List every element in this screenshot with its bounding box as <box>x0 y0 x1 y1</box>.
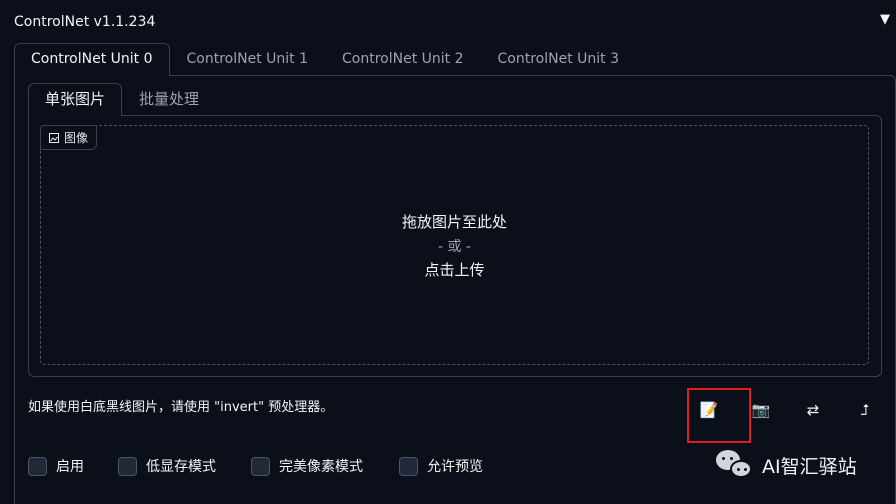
tab-controlnet-unit-3[interactable]: ControlNet Unit 3 <box>481 43 637 76</box>
watermark-text: AI智汇驿站 <box>762 455 857 478</box>
click-upload-text[interactable]: 点击上传 <box>40 259 869 280</box>
swap-button[interactable]: ⇄ <box>798 397 828 423</box>
image-label-text: 图像 <box>64 131 89 145</box>
allow-preview-label: 允许预览 <box>427 459 483 475</box>
tab-controlnet-unit-0[interactable]: ControlNet Unit 0 <box>14 43 170 76</box>
tab-single-image[interactable]: 单张图片 <box>28 83 123 116</box>
low-vram-checkbox-row[interactable]: 低显存模式 <box>118 456 216 476</box>
enable-label: 启用 <box>56 459 84 475</box>
low-vram-checkbox[interactable] <box>118 456 137 476</box>
invert-hint-text: 如果使用白底黑线图片，请使用 "invert" 预处理器。 <box>28 400 334 415</box>
image-icon <box>49 132 59 143</box>
send-arrow-icon: ⮥ <box>860 401 870 419</box>
allow-preview-checkbox[interactable] <box>399 456 418 476</box>
tab-controlnet-unit-1[interactable]: ControlNet Unit 1 <box>170 43 326 76</box>
watermark: AI智汇驿站 <box>716 448 857 482</box>
wechat-icon <box>716 448 754 482</box>
pixel-perfect-checkbox-row[interactable]: 完美像素模式 <box>251 456 363 476</box>
drop-or-text: - 或 - <box>437 239 471 255</box>
drop-text: 拖放图片至此处 <box>401 213 507 231</box>
tab-batch[interactable]: 批量处理 <box>122 83 216 116</box>
collapse-arrow-icon[interactable]: ▼ <box>880 12 890 27</box>
unit-tabs: ControlNet Unit 0 ControlNet Unit 1 Cont… <box>14 43 636 76</box>
pixel-perfect-label: 完美像素模式 <box>279 459 363 475</box>
controlnet-panel-header[interactable]: ControlNet v1.1.234 ▼ <box>0 0 896 44</box>
enable-checkbox-row[interactable]: 启用 <box>28 456 84 476</box>
enable-checkbox[interactable] <box>28 456 47 476</box>
image-label: 图像 <box>40 125 98 150</box>
allow-preview-checkbox-row[interactable]: 允许预览 <box>399 456 483 476</box>
image-mode-tabs: 单张图片 批量处理 <box>28 83 216 116</box>
pixel-perfect-checkbox[interactable] <box>251 456 270 476</box>
send-button[interactable]: ⮥ <box>850 397 880 423</box>
red-highlight-box <box>687 388 751 443</box>
camera-icon: 📷 <box>751 401 771 419</box>
swap-arrows-icon: ⇄ <box>806 401 820 419</box>
panel-title: ControlNet v1.1.234 <box>14 14 156 30</box>
low-vram-label: 低显存模式 <box>146 459 216 475</box>
tab-controlnet-unit-2[interactable]: ControlNet Unit 2 <box>325 43 481 76</box>
